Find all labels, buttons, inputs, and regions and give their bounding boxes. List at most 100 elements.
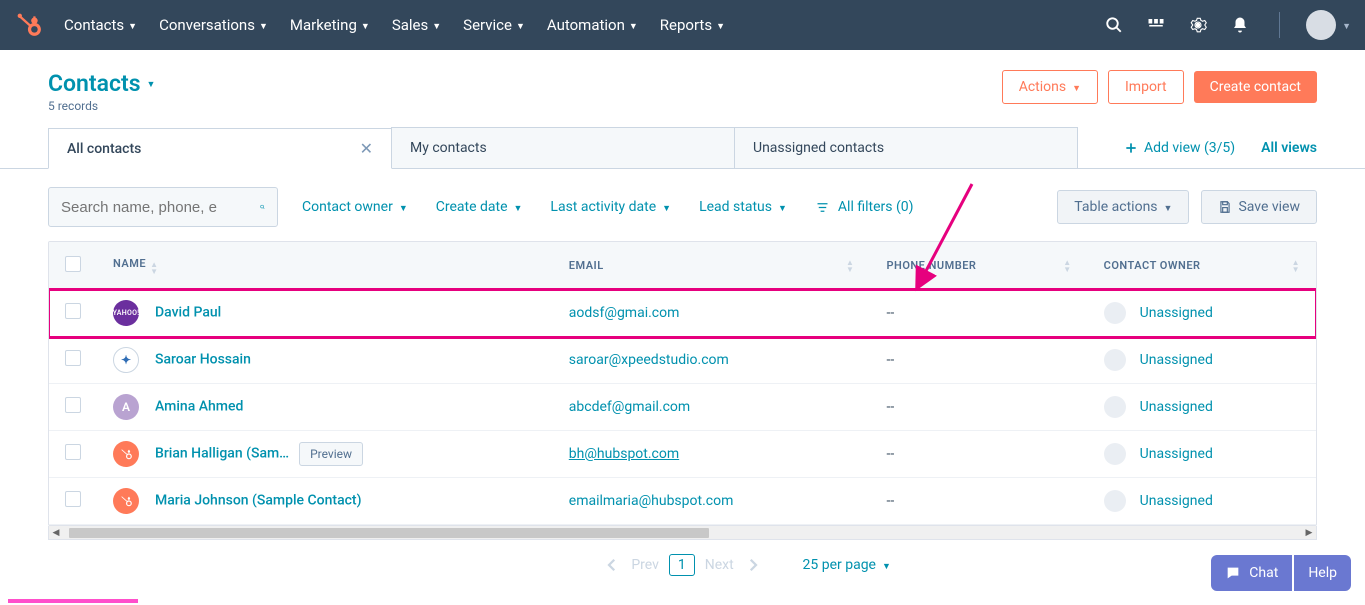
add-view-label: Add view (3/5): [1144, 140, 1235, 156]
next-page-icon[interactable]: [744, 556, 762, 574]
filter-contact-owner[interactable]: Contact owner▼: [302, 199, 408, 215]
record-count: 5 records: [48, 99, 155, 113]
scroll-left-icon[interactable]: ◀: [49, 526, 63, 540]
column-phone[interactable]: PHONE NUMBER▲▼: [870, 242, 1087, 290]
page-title: Contacts: [48, 70, 141, 97]
notifications-bell-icon[interactable]: [1231, 16, 1249, 34]
contact-email-link[interactable]: saroar@xpeedstudio.com: [569, 352, 729, 368]
settings-gear-icon[interactable]: [1189, 16, 1207, 34]
nav-item-conversations[interactable]: Conversations▼: [159, 16, 268, 34]
marketplace-icon[interactable]: [1147, 16, 1165, 34]
all-filters-button[interactable]: All filters (0): [815, 199, 914, 215]
object-switcher[interactable]: Contacts ▼: [48, 70, 155, 97]
nav-item-automation[interactable]: Automation▼: [547, 16, 638, 34]
prev-page-button[interactable]: Prev: [627, 555, 663, 575]
chevron-down-icon: ▼: [1342, 21, 1351, 32]
nav-item-marketing[interactable]: Marketing▼: [290, 16, 370, 34]
row-checkbox[interactable]: [65, 444, 81, 460]
contact-name-link[interactable]: Saroar Hossain: [155, 352, 251, 368]
all-views-link[interactable]: All views: [1261, 140, 1317, 156]
nav-item-reports[interactable]: Reports▼: [660, 16, 725, 34]
nav-item-sales[interactable]: Sales▼: [392, 16, 441, 34]
horizontal-scrollbar[interactable]: ◀ ▶: [48, 526, 1317, 540]
sort-icon: ▲▼: [1063, 259, 1071, 273]
table-row[interactable]: Brian Halligan (Sam… Preview bh@hubspot.co…: [49, 431, 1316, 478]
contact-avatar-icon: [113, 441, 139, 467]
select-all-checkbox[interactable]: [65, 256, 81, 272]
chat-widget-button[interactable]: Chat: [1211, 555, 1292, 591]
scrollbar-thumb[interactable]: [69, 528, 709, 538]
contact-name-link[interactable]: David Paul: [155, 305, 221, 321]
column-name[interactable]: NAME▲▼: [97, 242, 553, 290]
hubspot-logo-icon[interactable]: [14, 10, 44, 40]
account-menu[interactable]: ▼: [1306, 10, 1351, 40]
column-owner[interactable]: CONTACT OWNER▲▼: [1088, 242, 1316, 290]
contact-owner-link[interactable]: Unassigned: [1140, 399, 1213, 415]
contact-phone: --: [886, 352, 894, 368]
contact-email-link[interactable]: abcdef@gmail.com: [569, 399, 690, 415]
current-page[interactable]: 1: [669, 554, 695, 576]
row-checkbox[interactable]: [65, 303, 81, 319]
contact-phone: --: [886, 399, 894, 415]
chevron-down-icon: ▼: [361, 21, 370, 32]
search-icon[interactable]: [1105, 16, 1123, 34]
tab-all-contacts[interactable]: All contacts ✕: [48, 128, 392, 169]
actions-button[interactable]: Actions▼: [1002, 70, 1098, 104]
next-page-button[interactable]: Next: [701, 555, 738, 575]
contact-owner-link[interactable]: Unassigned: [1140, 305, 1213, 321]
contact-owner-link[interactable]: Unassigned: [1140, 446, 1213, 462]
add-view-button[interactable]: Add view (3/5): [1124, 140, 1235, 156]
create-contact-button[interactable]: Create contact: [1194, 71, 1317, 103]
per-page-select[interactable]: 25 per page▼: [803, 557, 891, 573]
chevron-down-icon: ▼: [514, 203, 523, 214]
preview-button[interactable]: Preview: [299, 442, 363, 466]
contact-email-link[interactable]: emailmaria@hubspot.com: [569, 493, 734, 509]
sort-icon: ▲▼: [1292, 259, 1300, 273]
table-row[interactable]: YAHOO!David Paulaodsf@gmai.com--Unassign…: [49, 290, 1316, 337]
contact-name-link[interactable]: Amina Ahmed: [155, 399, 243, 415]
contact-name-link[interactable]: Maria Johnson (Sample Contact): [155, 493, 361, 509]
save-view-button[interactable]: Save view: [1201, 190, 1317, 224]
owner-avatar-icon: [1104, 302, 1126, 324]
chevron-down-icon: ▼: [882, 561, 891, 572]
tab-unassigned-contacts[interactable]: Unassigned contacts: [734, 127, 1078, 168]
nav-item-contacts[interactable]: Contacts▼: [64, 16, 137, 34]
tab-label: Unassigned contacts: [753, 140, 884, 156]
contact-phone: --: [886, 493, 894, 509]
contact-email-link[interactable]: bh@hubspot.com: [569, 446, 679, 462]
contact-name-link[interactable]: Brian Halligan (Sam…: [155, 446, 289, 462]
scroll-right-icon[interactable]: ▶: [1302, 526, 1316, 540]
filter-last-activity[interactable]: Last activity date▼: [550, 199, 671, 215]
chevron-down-icon: ▼: [259, 21, 268, 32]
tab-my-contacts[interactable]: My contacts: [391, 127, 735, 168]
row-checkbox[interactable]: [65, 491, 81, 507]
nav-item-service[interactable]: Service▼: [463, 16, 525, 34]
row-checkbox[interactable]: [65, 397, 81, 413]
filter-lead-status[interactable]: Lead status▼: [699, 199, 787, 215]
filter-create-date[interactable]: Create date▼: [436, 199, 523, 215]
search-input-wrapper[interactable]: [48, 187, 278, 227]
contact-avatar-icon: A: [113, 394, 139, 420]
search-input[interactable]: [61, 199, 260, 216]
chevron-down-icon: ▼: [1164, 203, 1173, 214]
contact-owner-link[interactable]: Unassigned: [1140, 352, 1213, 368]
owner-avatar-icon: [1104, 349, 1126, 371]
row-checkbox[interactable]: [65, 350, 81, 366]
sort-icon: ▲▼: [846, 259, 854, 273]
pagination: Prev 1 Next 25 per page▼: [0, 554, 1365, 576]
import-button[interactable]: Import: [1108, 70, 1184, 104]
filters-bar: Contact owner▼ Create date▼ Last activit…: [0, 169, 1365, 241]
prev-page-icon[interactable]: [603, 556, 621, 574]
contact-owner-link[interactable]: Unassigned: [1140, 493, 1213, 509]
table-actions-button[interactable]: Table actions▼: [1057, 190, 1189, 224]
tab-label: My contacts: [410, 140, 487, 156]
column-email[interactable]: EMAIL▲▼: [553, 242, 871, 290]
chevron-down-icon: ▼: [716, 21, 725, 32]
table-row[interactable]: Maria Johnson (Sample Contact) emailmaria…: [49, 478, 1316, 525]
close-icon[interactable]: ✕: [360, 139, 373, 158]
table-row[interactable]: A Amina Ahmed abcdef@gmail.com -- Unassigned: [49, 384, 1316, 431]
owner-avatar-icon: [1104, 490, 1126, 512]
contact-email-link[interactable]: aodsf@gmai.com: [569, 305, 680, 321]
help-widget-button[interactable]: Help: [1294, 555, 1351, 591]
table-row[interactable]: ✦Saroar Hossainsaroar@xpeedstudio.com--U…: [49, 337, 1316, 384]
